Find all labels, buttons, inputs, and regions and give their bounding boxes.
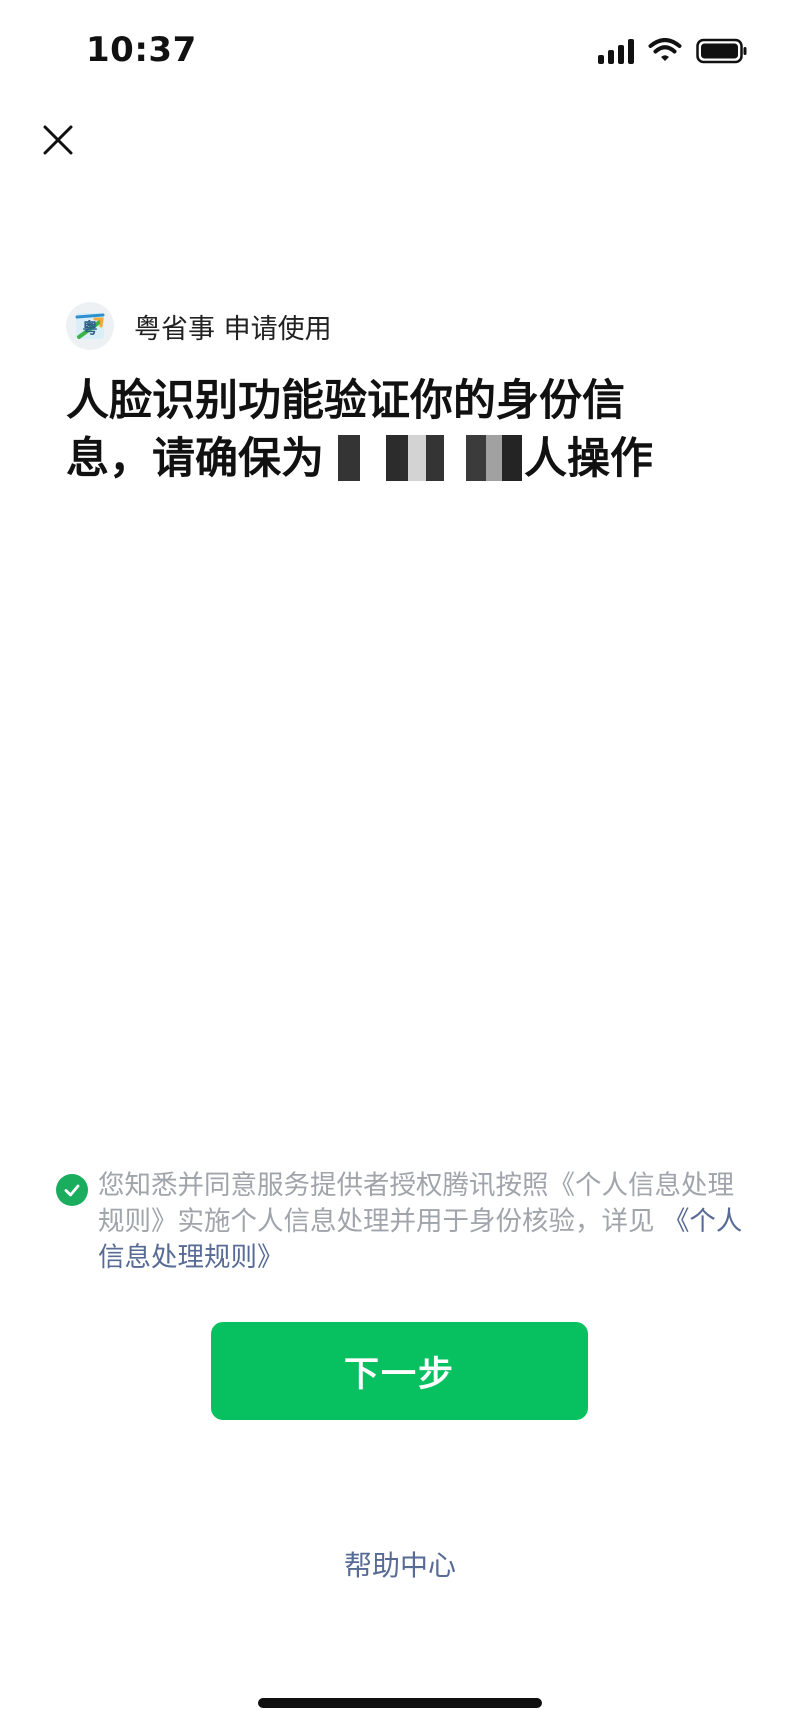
- consent-statement: 您知悉并同意服务提供者授权腾讯按照《个人信息处理规则》实施个人信息处理并用于身份…: [98, 1170, 734, 1237]
- status-time: 10:37: [86, 30, 197, 70]
- app-request-text: 粤省事 申请使用: [134, 313, 332, 345]
- consent-text: 您知悉并同意服务提供者授权腾讯按照《个人信息处理规则》实施个人信息处理并用于身份…: [98, 1168, 746, 1276]
- app-logo-icon: 粤: [75, 313, 105, 339]
- redacted-name: [326, 435, 522, 481]
- status-icons: [598, 38, 748, 64]
- cellular-signal-icon: [598, 38, 634, 64]
- consent-row: 您知悉并同意服务提供者授权腾讯按照《个人信息处理规则》实施个人信息处理并用于身份…: [56, 1168, 746, 1276]
- next-step-button[interactable]: 下一步: [211, 1322, 588, 1420]
- close-icon: [43, 125, 73, 155]
- help-center-link[interactable]: 帮助中心: [0, 1544, 800, 1584]
- checkmark-icon: [64, 1184, 80, 1197]
- app-logo: 粤: [66, 302, 114, 350]
- svg-text:粤: 粤: [82, 319, 97, 337]
- wifi-icon: [648, 38, 682, 61]
- page-title: 人脸识别功能验证你的身份信息，请确保为 人操作: [66, 372, 706, 488]
- title-text-end: 人操作: [524, 434, 653, 484]
- battery-icon: [696, 38, 747, 64]
- screen: 10:37 粤 粤省事 申请使用 人脸识别功能验证你的身份信息，请确保为 人操作…: [0, 0, 800, 1731]
- consent-checkbox[interactable]: [56, 1174, 88, 1206]
- home-indicator: [258, 1698, 542, 1708]
- close-button[interactable]: [38, 120, 78, 160]
- app-info: 粤 粤省事 申请使用: [66, 302, 332, 350]
